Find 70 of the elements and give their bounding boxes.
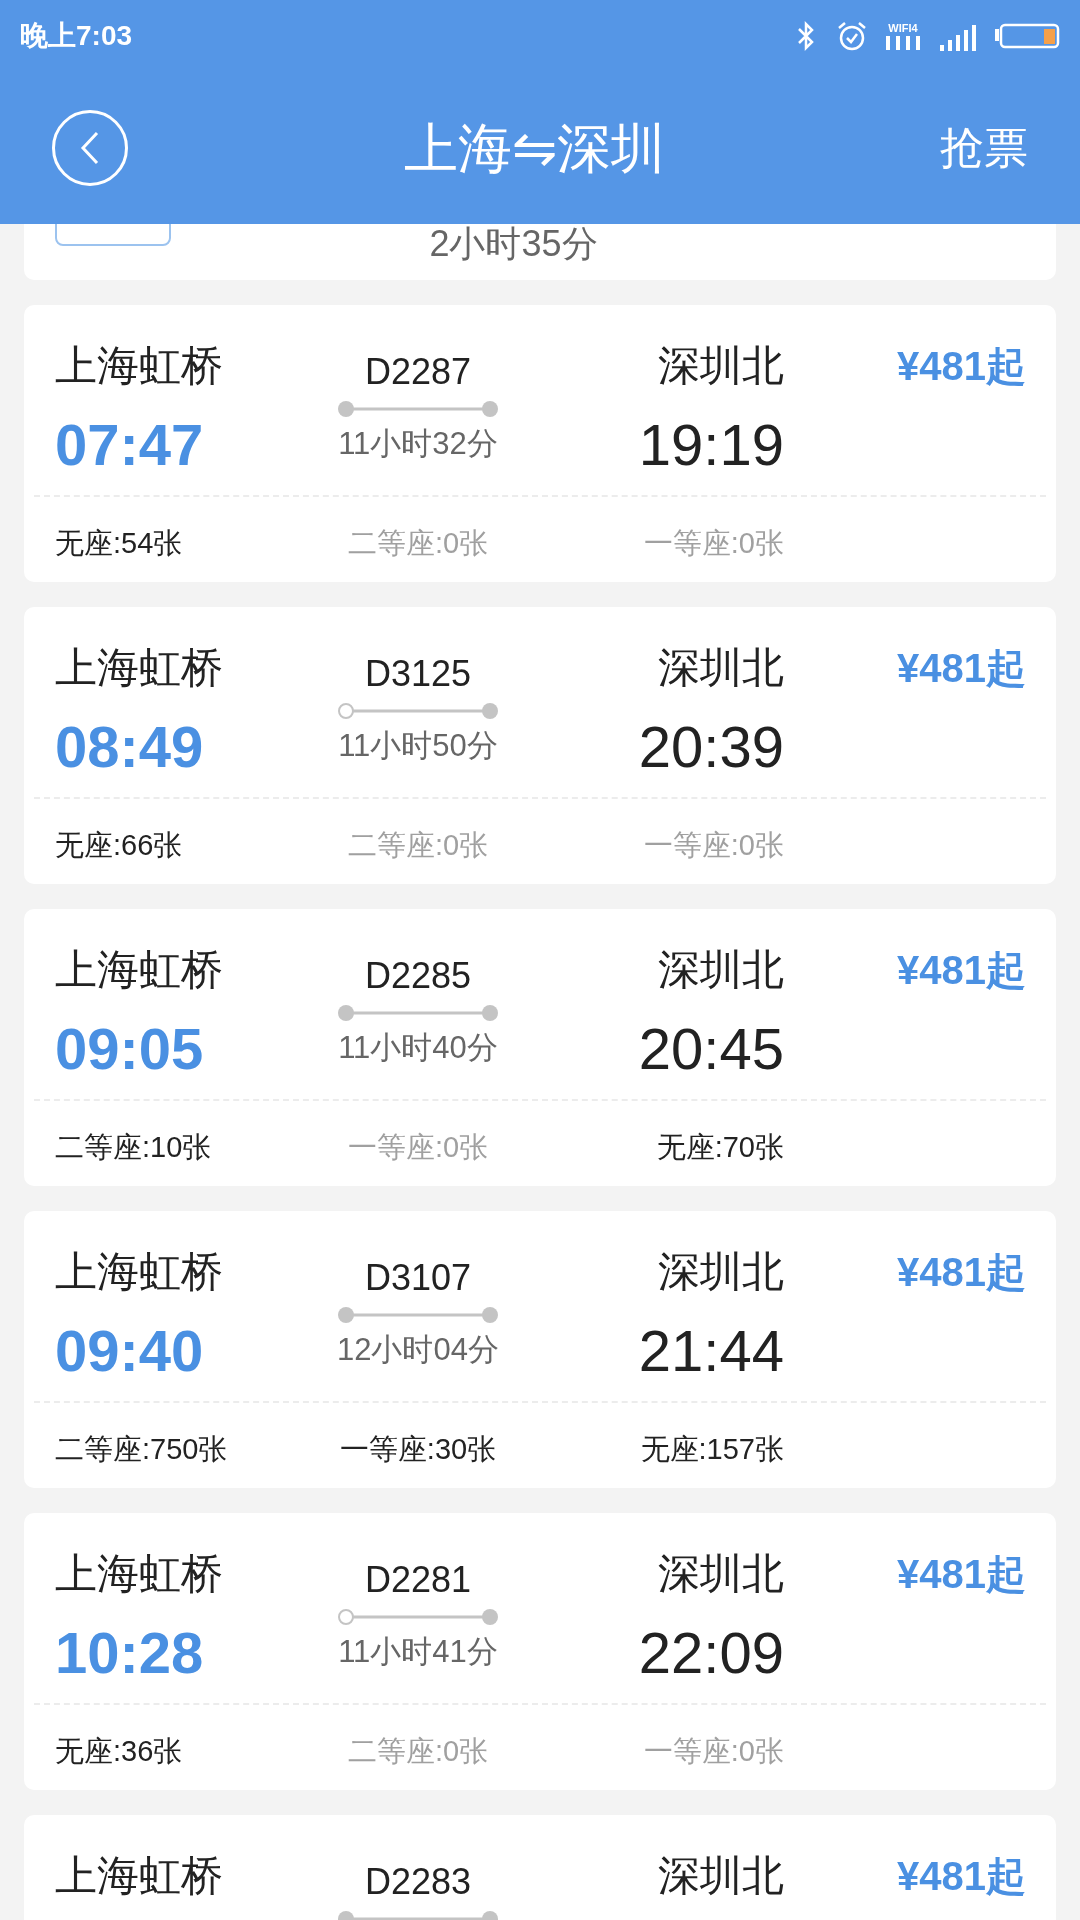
departure-station: 上海虹桥 [55,643,223,693]
arrival-time: 20:45 [638,1016,784,1082]
travel-duration: 11小时32分 [338,425,498,463]
seat-availability: 无座:66张 [55,828,183,863]
chevron-left-icon [80,131,100,165]
seat-availability: 二等座:750张 [55,1432,228,1467]
departure-station: 上海虹桥 [55,1549,223,1599]
price: ¥481起 [897,343,1026,390]
departure-time: 10:28 [55,1620,204,1686]
departure-station: 上海虹桥 [55,945,223,995]
seat-availability: 无座:70张 [656,1130,784,1165]
arrival-station: 深圳北 [658,945,784,995]
train-card[interactable]: 上海虹桥 08:49 D3125 11小时50分 深圳北 20:39 ¥481起 无座:66张 二等座:0张 一等座:0张 [24,607,1056,884]
departure-time: 07:47 [55,412,204,478]
arrival-station: 深圳北 [658,1247,784,1297]
train-number: D2285 [364,954,472,998]
train-card[interactable]: 上海虹桥 09:40 D3107 12小时04分 深圳北 21:44 ¥481起 二等座:750张 一等座:30张 无座:157张 [24,1211,1056,1488]
travel-duration: 11小时41分 [338,1633,498,1671]
seat-availability: 一等座:0张 [643,828,784,863]
price: ¥481起 [897,645,1026,692]
seat-availability: 二等座:10张 [55,1130,212,1165]
train-number: D2281 [364,1558,472,1602]
train-number: D3125 [364,652,472,696]
battery-icon [994,22,1060,50]
departure-station: 上海虹桥 [55,1247,223,1297]
seat-availability: 二等座:0张 [347,526,489,561]
arrival-time: 20:39 [638,714,784,780]
bluetooth-icon [796,21,816,51]
travel-duration: 2小时35分 [429,224,598,266]
train-number: D3107 [364,1256,472,1300]
train-card[interactable]: 上海虹桥 09:05 D2285 11小时40分 深圳北 20:45 ¥481起 二等座:10张 一等座:0张 无座:70张 [24,909,1056,1186]
arrival-time: 19:19 [638,412,784,478]
seat-availability: 一等座:0张 [643,526,784,561]
train-card[interactable]: 上海虹桥 10:28 D2281 11小时41分 深圳北 22:09 ¥481起 无座:36张 二等座:0张 一等座:0张 [24,1513,1056,1790]
back-button[interactable] [52,110,128,186]
wifi-bars-icon [884,34,922,50]
seat-availability: 无座:36张 [55,1734,183,1769]
seat-availability: 无座:54张 [55,526,183,561]
travel-duration: 12小时04分 [337,1331,499,1369]
train-card[interactable]: 上海虹桥 07:47 D2287 11小时32分 深圳北 19:19 ¥481起 无座:54张 二等座:0张 一等座:0张 [24,305,1056,582]
seat-availability: 一等座:0张 [347,1130,489,1165]
travel-duration: 11小时50分 [338,727,498,765]
travel-duration: 11小时40分 [338,1029,498,1067]
departure-time: 08:49 [55,714,204,780]
price: ¥481起 [897,1853,1026,1900]
departure-station: 上海虹桥 [55,1851,223,1901]
departure-time: 09:40 [55,1318,204,1384]
seat-availability: 二等座:0张 [347,1734,489,1769]
arrival-station: 深圳北 [658,643,784,693]
seat-availability: 二等座:0张 [347,828,489,863]
seat-availability: 无座:157张 [640,1432,784,1467]
alarm-clock-icon [836,20,868,52]
train-number: D2287 [364,350,472,394]
departure-station: 上海虹桥 [55,341,223,391]
arrival-time: 22:09 [638,1620,784,1686]
seat-availability: 一等座:0张 [643,1734,784,1769]
header-title: 上海⇋深圳 [403,116,665,180]
arrival-station: 深圳北 [658,1851,784,1901]
arrival-station: 深圳北 [658,341,784,391]
train-card[interactable]: 上海虹桥 D2283 深圳北 ¥481起 [24,1815,1056,1920]
status-time: 晚上7:03 [20,19,133,53]
arrival-time: 21:44 [638,1318,784,1384]
arrival-station: 深圳北 [658,1549,784,1599]
price: ¥481起 [897,1249,1026,1296]
price: ¥481起 [897,1551,1026,1598]
price: ¥481起 [897,947,1026,994]
seat-availability: 一等座:30张 [339,1432,497,1467]
train-number: D2283 [364,1860,472,1904]
departure-time: 09:05 [55,1016,204,1082]
wifi-label: WIFI4 [888,22,918,34]
